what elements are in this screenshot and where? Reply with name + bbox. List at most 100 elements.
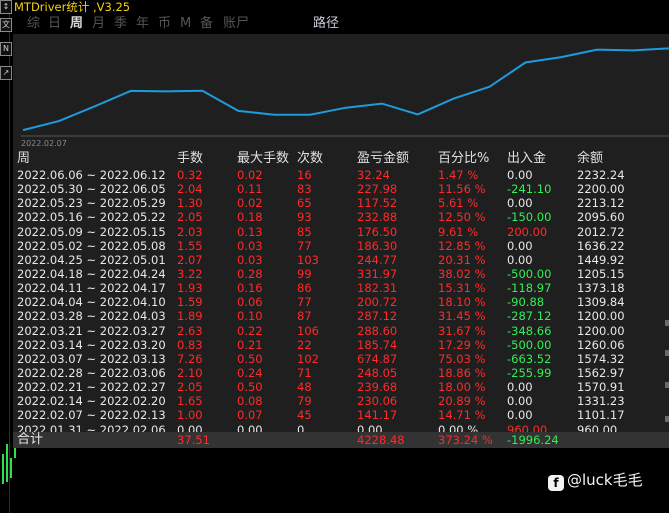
cell-week: 2022.02.07 ~ 2022.02.13 [17, 408, 166, 423]
cell-lots: 1.65 [177, 394, 203, 409]
cell-count: 79 [297, 394, 312, 409]
cell-lots: 2.10 [177, 365, 203, 380]
tab-notes[interactable]: 备 [200, 14, 213, 34]
left-toolbar: ↕ 文 N ↗ [0, 0, 13, 513]
cell-percent: 14.71 % [438, 408, 486, 423]
balance-chart: 2022.02.07 [13, 34, 669, 150]
header-flow: 出入金 [507, 151, 547, 166]
cell-balance: 2200.00 [577, 182, 625, 197]
cell-pnl: 141.17 [357, 408, 398, 423]
cell-pnl: 117.52 [357, 196, 398, 211]
tab-month[interactable]: 月 [92, 14, 105, 34]
cell-lots: 1.00 [177, 408, 203, 423]
cell-flow: 200.00 [507, 224, 548, 239]
cell-week: 2022.05.16 ~ 2022.05.22 [17, 210, 166, 225]
tab-m[interactable]: M [180, 14, 191, 34]
tab-year[interactable]: 年 [136, 14, 149, 34]
cell-balance: 1200.00 [577, 309, 625, 324]
cell-count: 83 [297, 182, 312, 197]
cell-count: 103 [297, 252, 319, 267]
cell-week: 2022.05.30 ~ 2022.06.05 [17, 182, 166, 197]
background-candles [2, 444, 16, 484]
cell-balance: 2232.24 [577, 168, 625, 182]
cell-pnl: 674.87 [357, 351, 398, 366]
cell-percent: 18.86 % [438, 365, 486, 380]
cell-week: 2022.02.21 ~ 2022.02.27 [17, 380, 166, 395]
tab-week[interactable]: 周 [70, 14, 83, 34]
cell-count: 65 [297, 196, 312, 211]
cell-flow: 0.00 [507, 380, 533, 395]
cell-count: 87 [297, 309, 312, 324]
cell-flow: -255.99 [507, 365, 552, 380]
table-row: 2022.05.16 ~ 2022.05.22 2.05 0.18 93 232.88 1… [13, 210, 669, 224]
cell-week: 2022.03.07 ~ 2022.03.13 [17, 351, 166, 366]
cell-pnl: 185.74 [357, 337, 398, 352]
table-row: 2022.06.06 ~ 2022.06.12 0.32 0.02 16 32.24 1.… [13, 168, 669, 182]
cell-lots: 0.83 [177, 337, 203, 352]
cell-flow: -150.00 [507, 210, 552, 225]
document-icon[interactable]: 文 [0, 18, 12, 32]
scroll-icon[interactable]: ↕ [0, 0, 12, 14]
weekly-table-body: 2022.06.06 ~ 2022.06.12 0.32 0.02 16 32.24 1.… [13, 168, 669, 437]
cell-balance: 1562.97 [577, 365, 625, 380]
cell-pnl: 182.31 [357, 281, 398, 296]
cell-max-lots: 0.10 [237, 309, 263, 324]
tab-quarter[interactable]: 季 [114, 14, 127, 34]
n-icon[interactable]: N [0, 42, 12, 56]
cell-lots: 2.03 [177, 224, 203, 239]
cell-pnl: 331.97 [357, 266, 398, 281]
cell-balance: 1205.15 [577, 266, 625, 281]
cell-percent: 1.47 % [438, 168, 479, 182]
cell-max-lots: 0.02 [237, 168, 263, 182]
table-row: 2022.03.21 ~ 2022.03.27 2.63 0.22 106 288.60… [13, 324, 669, 338]
cell-count: 16 [297, 168, 312, 182]
table-row: 2022.04.04 ~ 2022.04.10 1.59 0.06 77 200.72 1… [13, 295, 669, 309]
total-flow: -1996.24 [507, 433, 559, 447]
cell-max-lots: 0.11 [237, 182, 263, 197]
arrow-icon[interactable]: ↗ [0, 66, 12, 80]
total-lots: 37.51 [177, 433, 210, 447]
cell-week: 2022.03.28 ~ 2022.04.03 [17, 309, 166, 324]
cell-balance: 2213.12 [577, 196, 625, 211]
tab-summary[interactable]: 综 [27, 14, 40, 34]
cell-percent: 18.10 % [438, 295, 486, 310]
watermark: f @luck毛毛 [548, 470, 643, 491]
cell-flow: 0.00 [507, 238, 533, 253]
cell-percent: 31.67 % [438, 323, 486, 338]
cell-week: 2022.04.04 ~ 2022.04.10 [17, 295, 166, 310]
tab-account[interactable]: 账尸 [223, 14, 249, 34]
cell-count: 71 [297, 365, 312, 380]
cell-count: 77 [297, 238, 312, 253]
cell-max-lots: 0.13 [237, 224, 263, 239]
balance-line [22, 47, 669, 132]
cell-flow: 0.00 [507, 408, 533, 423]
cell-percent: 11.56 % [438, 182, 486, 197]
table-row: 2022.05.30 ~ 2022.06.05 2.04 0.11 83 227.98 1… [13, 182, 669, 196]
cell-percent: 31.45 % [438, 309, 486, 324]
header-count: 次数 [297, 151, 324, 166]
cell-pnl: 230.06 [357, 394, 398, 409]
tab-path[interactable]: 路径 [313, 14, 339, 34]
cell-balance: 1373.18 [577, 281, 625, 296]
cell-flow: -663.52 [507, 351, 552, 366]
table-row: 2022.04.11 ~ 2022.04.17 1.93 0.16 86 182.31 1… [13, 281, 669, 295]
cell-pnl: 288.60 [357, 323, 398, 338]
cell-lots: 3.22 [177, 266, 203, 281]
header-balance: 余额 [577, 151, 604, 166]
cell-flow: 0.00 [507, 394, 533, 409]
cell-count: 106 [297, 323, 319, 338]
table-row: 2022.05.02 ~ 2022.05.08 1.55 0.03 77 186.30 1… [13, 239, 669, 253]
tab-day[interactable]: 日 [48, 14, 61, 34]
table-row: 2022.03.28 ~ 2022.04.03 1.89 0.10 87 287.12 3… [13, 309, 669, 323]
cell-pnl: 287.12 [357, 309, 398, 324]
cell-lots: 1.89 [177, 309, 203, 324]
cell-week: 2022.05.09 ~ 2022.05.15 [17, 224, 166, 239]
cell-week: 2022.04.18 ~ 2022.04.24 [17, 266, 166, 281]
cell-percent: 20.31 % [438, 252, 486, 267]
cell-balance: 1636.22 [577, 238, 625, 253]
cell-balance: 2095.60 [577, 210, 625, 225]
cell-max-lots: 0.02 [237, 196, 263, 211]
tab-currency[interactable]: 币 [158, 14, 171, 34]
cell-lots: 2.63 [177, 323, 203, 338]
cell-week: 2022.03.21 ~ 2022.03.27 [17, 323, 166, 338]
